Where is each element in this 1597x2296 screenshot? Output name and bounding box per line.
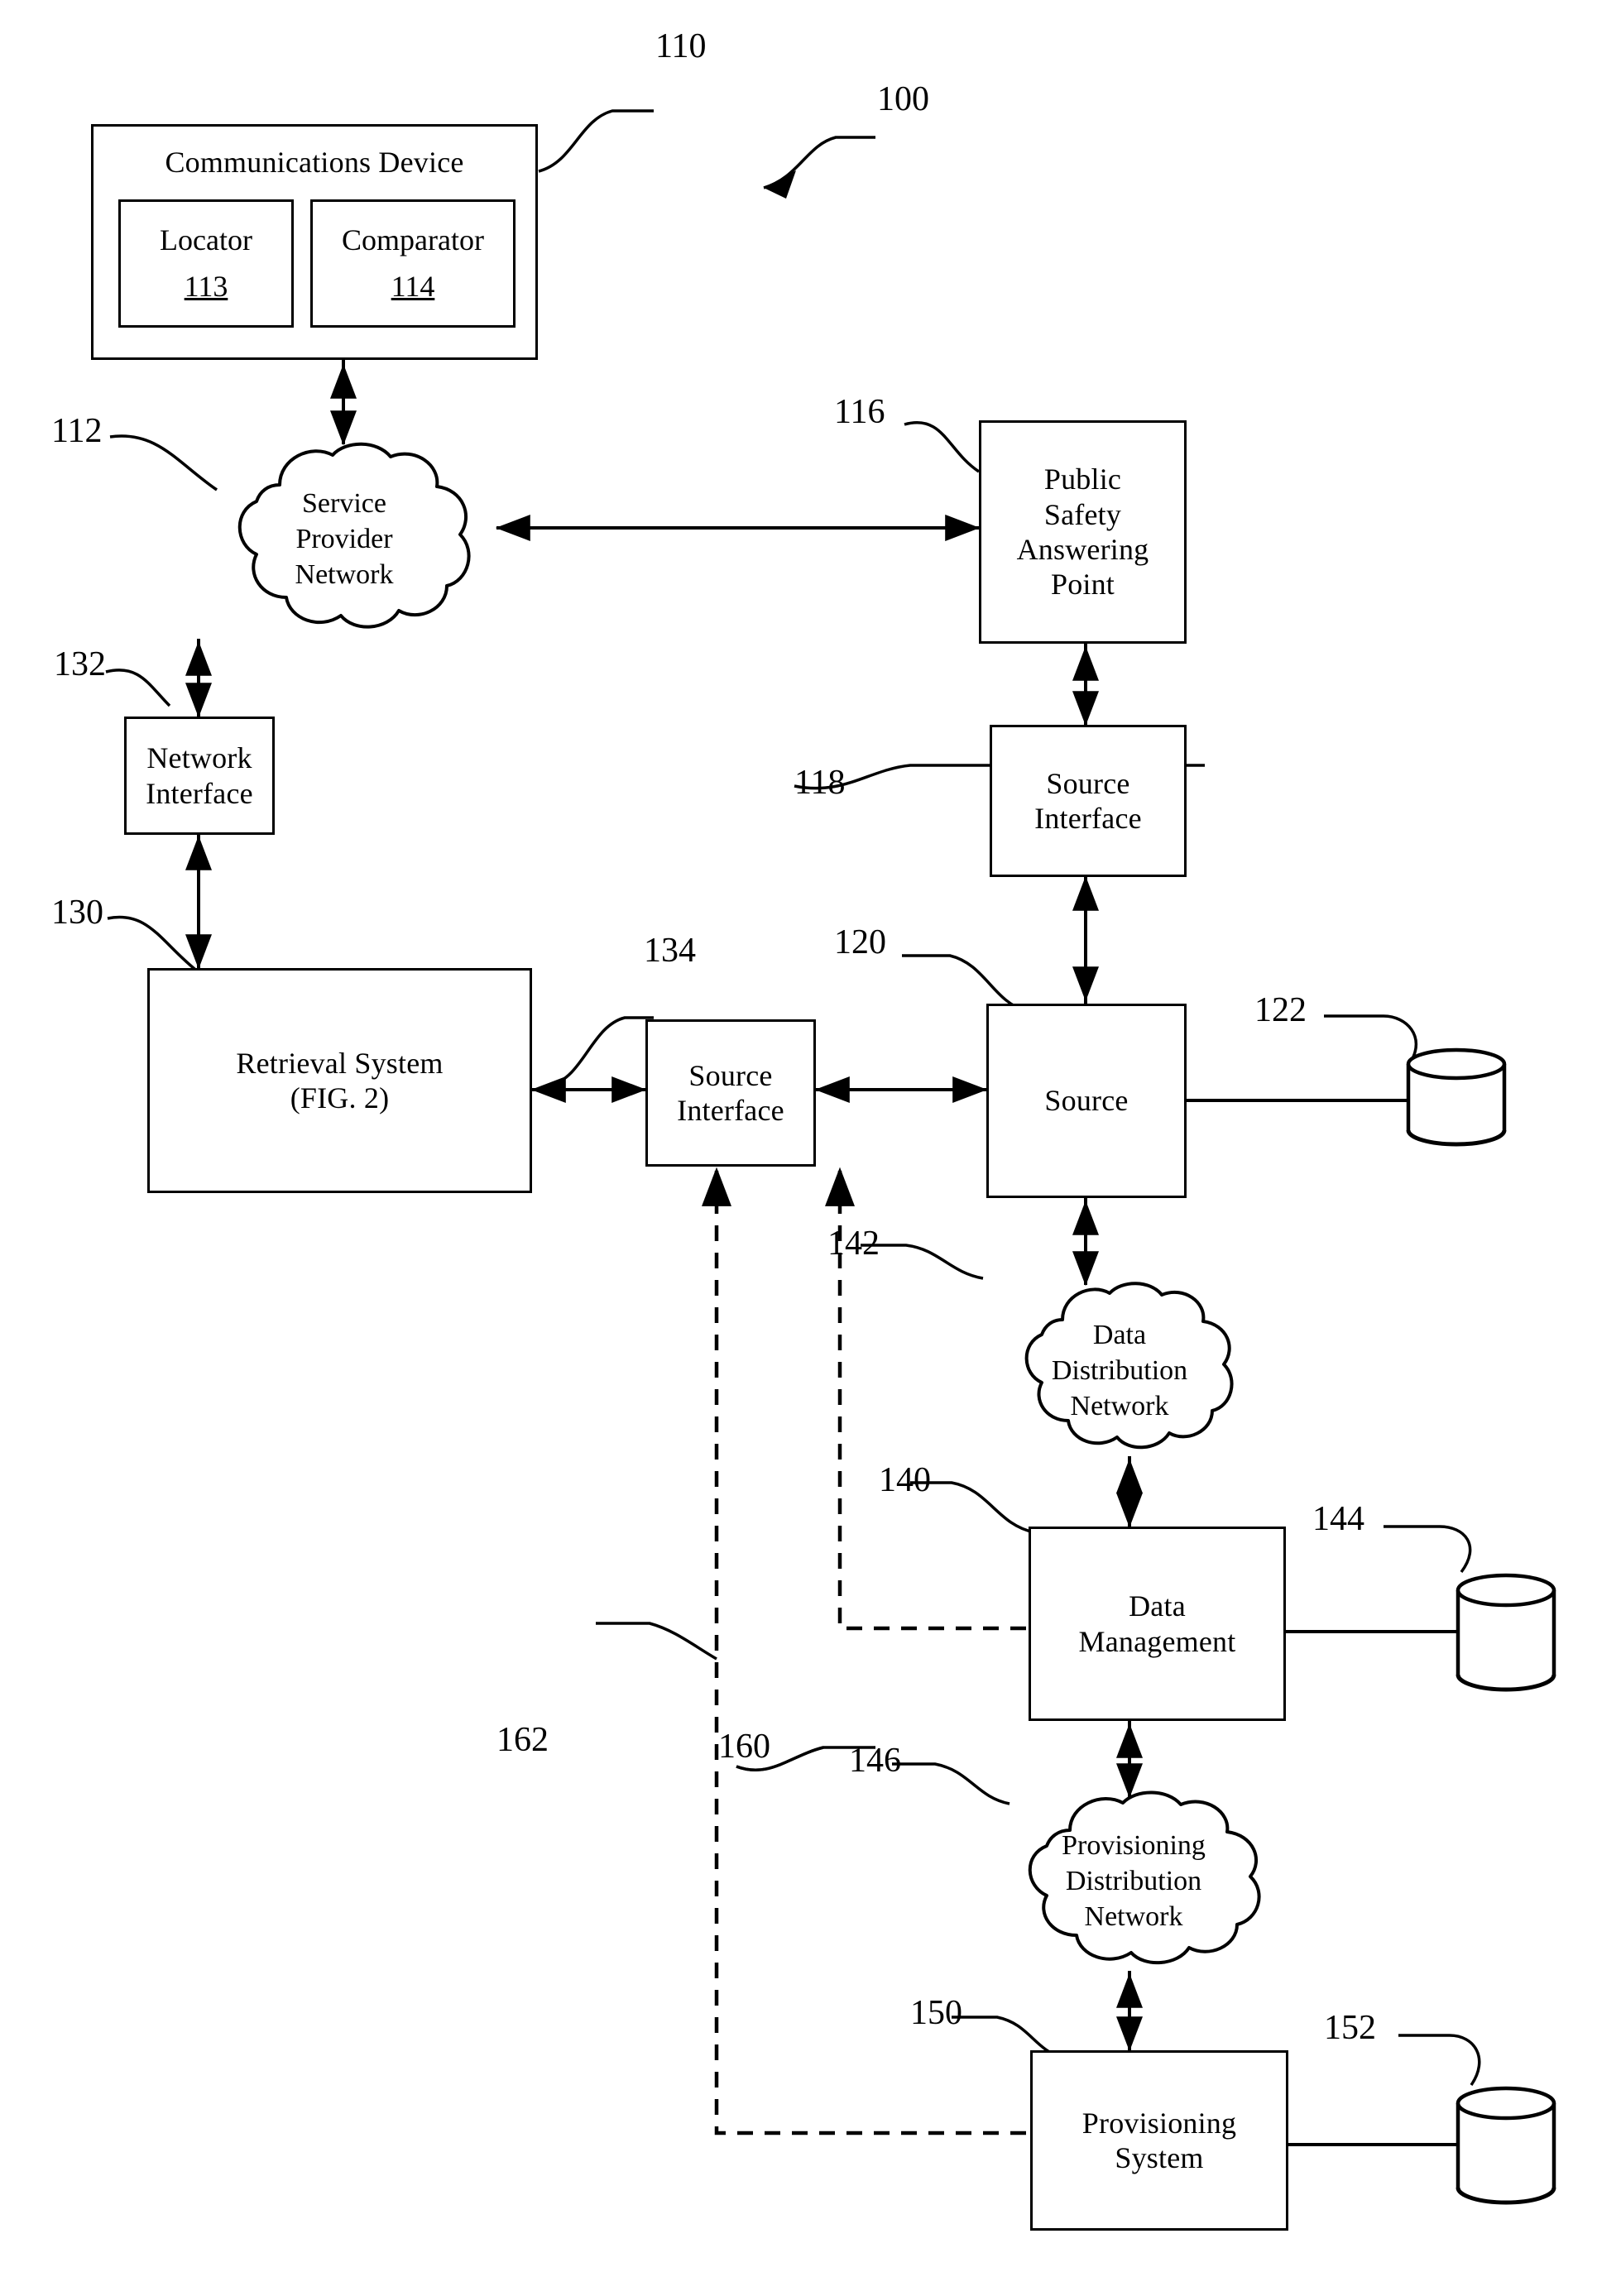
provisioning-system-database-cylinder[interactable] (1455, 2085, 1557, 2207)
cloud-line: Distribution (1065, 1865, 1202, 1896)
network-interface-line: Interface (146, 776, 253, 810)
ref-134: 134 (644, 932, 696, 970)
public-safety-answering-point-box[interactable]: Public Safety Answering Point (979, 420, 1187, 644)
communications-device-label: Communications Device (165, 146, 464, 179)
source-interface-retrieval-label: Source Interface (677, 1058, 784, 1129)
network-interface-label: Network Interface (146, 741, 253, 811)
data-distribution-network-cloud[interactable]: Data Distribution Network (983, 1278, 1256, 1460)
source-interface-retrieval-box[interactable]: Source Interface (645, 1019, 816, 1167)
retrieval-system-line: Retrieval System (236, 1046, 444, 1080)
provisioning-system-label: Provisioning System (1082, 2106, 1236, 2176)
network-interface-box[interactable]: Network Interface (124, 717, 275, 835)
cylinder-icon (1406, 1047, 1507, 1147)
source-interface-psap-label: Source Interface (1034, 766, 1142, 836)
service-provider-network-cloud[interactable]: Service Provider Network (190, 439, 498, 641)
ref-144: 144 (1312, 1500, 1364, 1538)
ref-110: 110 (655, 27, 707, 65)
psap-line: Point (1050, 568, 1115, 602)
data-management-database-cylinder[interactable] (1455, 1572, 1557, 1694)
locator-ref: 113 (184, 269, 228, 303)
data-management-box[interactable]: Data Management (1029, 1527, 1286, 1721)
ref-152: 152 (1324, 2009, 1376, 2047)
retrieval-system-box[interactable]: Retrieval System (FIG. 2) (147, 968, 532, 1193)
comparator-ref: 114 (391, 269, 435, 303)
psap-line: Answering (1016, 533, 1149, 566)
ref-118: 118 (794, 764, 846, 802)
cloud-line: Network (295, 558, 394, 590)
communications-device-box[interactable]: Communications Device Locator 113 Compar… (91, 124, 538, 360)
psap-line: Safety (1043, 497, 1122, 531)
cloud-line: Distribution (1051, 1354, 1188, 1386)
provisioning-distribution-network-cloud[interactable]: Provisioning Distribution Network (981, 1787, 1287, 1976)
data-management-line: Data (1129, 1589, 1186, 1623)
cloud-line: Data (1092, 1320, 1147, 1350)
ref-132: 132 (54, 645, 106, 683)
ref-112: 112 (51, 412, 103, 450)
locator-box[interactable]: Locator 113 (118, 199, 294, 328)
ref-160: 160 (718, 1728, 770, 1766)
cylinder-icon (1456, 1573, 1556, 1692)
cloud-line: Network (1070, 1390, 1169, 1421)
patent-figure: Communications Device Locator 113 Compar… (0, 0, 1597, 2296)
cloud-line: Provisioning (1062, 1830, 1206, 1861)
cloud-line: Provider (295, 523, 393, 554)
ref-142: 142 (827, 1225, 880, 1263)
ref-100: 100 (877, 80, 929, 118)
ref-116: 116 (834, 393, 885, 431)
provisioning-system-box[interactable]: Provisioning System (1030, 2050, 1288, 2231)
source-line: Source (1044, 1084, 1129, 1118)
cloud-line: Service (302, 488, 386, 519)
ref-130: 130 (51, 894, 103, 932)
locator-label: Locator (160, 223, 252, 257)
ref-150: 150 (910, 1994, 962, 2032)
source-box[interactable]: Source (986, 1004, 1187, 1198)
comparator-box[interactable]: Comparator 114 (310, 199, 516, 328)
source-interface-retrieval-line: Source (688, 1058, 773, 1092)
source-label: Source (1044, 1083, 1128, 1118)
provisioning-distribution-network-label: Provisioning Distribution Network (981, 1829, 1287, 1934)
psap-label: Public Safety Answering Point (1017, 462, 1149, 602)
retrieval-system-label: Retrieval System (FIG. 2) (236, 1046, 443, 1116)
data-distribution-network-label: Data Distribution Network (983, 1318, 1256, 1424)
provisioning-system-line: System (1115, 2141, 1204, 2174)
service-provider-network-label: Service Provider Network (190, 487, 498, 592)
data-management-line: Management (1078, 1624, 1236, 1658)
ref-146: 146 (849, 1742, 901, 1780)
ref-122: 122 (1254, 991, 1307, 1029)
ref-162: 162 (496, 1721, 549, 1759)
cylinder-icon (1456, 2086, 1556, 2205)
network-interface-line: Network (146, 741, 252, 775)
ref-140: 140 (879, 1461, 931, 1499)
provisioning-system-line: Provisioning (1081, 2106, 1237, 2140)
source-interface-psap-line: Interface (1034, 802, 1142, 835)
source-interface-retrieval-line: Interface (677, 1094, 784, 1127)
source-interface-psap-box[interactable]: Source Interface (990, 725, 1187, 877)
source-database-cylinder[interactable] (1405, 1047, 1508, 1148)
ref-120: 120 (834, 923, 886, 961)
retrieval-system-line: (FIG. 2) (290, 1081, 390, 1114)
source-interface-psap-line: Source (1046, 766, 1130, 800)
comparator-label: Comparator (342, 223, 484, 257)
psap-line: Public (1043, 463, 1122, 496)
cloud-line: Network (1084, 1901, 1183, 1932)
data-management-label: Data Management (1079, 1589, 1236, 1659)
